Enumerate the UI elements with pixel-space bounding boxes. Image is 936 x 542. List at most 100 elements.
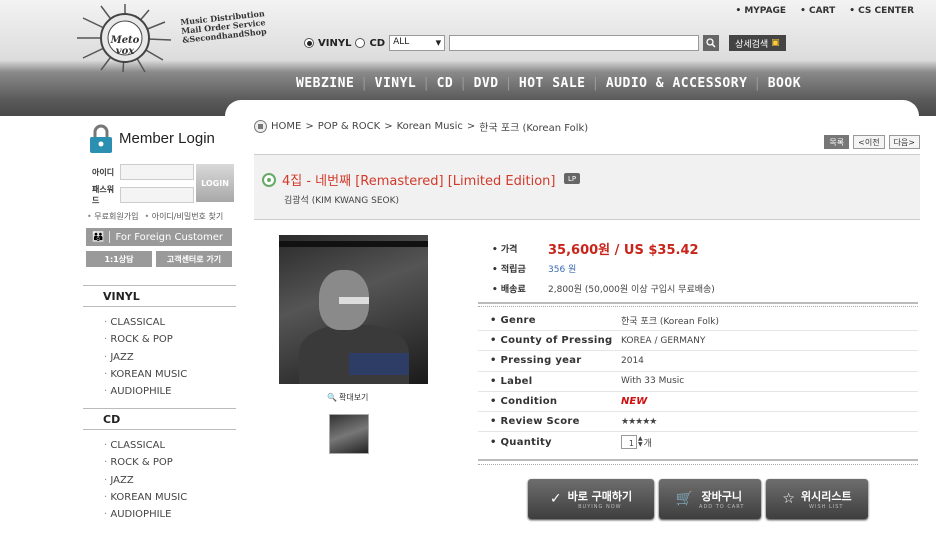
top-links: MYPAGE CART CS CENTER [735, 6, 914, 16]
add-to-cart-label: 장바구니 [701, 490, 742, 503]
cart-icon: 🛒 [675, 491, 694, 507]
cd-item-korean-music[interactable]: KOREAN MUSIC [104, 489, 187, 506]
nav-vinyl[interactable]: VINYL [375, 76, 417, 91]
wishlist-label: 위시리스트 [800, 490, 852, 503]
vinyl-category-heading[interactable]: VINYL [83, 285, 236, 307]
add-to-cart-button[interactable]: 🛒 장바구니 ADD TO CART [659, 479, 761, 519]
mypage-link[interactable]: MYPAGE [735, 6, 786, 16]
buy-now-sublabel: BUYING NOW [578, 504, 622, 510]
nav-divider: | [591, 76, 600, 91]
nav-divider: | [753, 76, 762, 91]
search-category-select[interactable]: ALL [389, 35, 446, 51]
search-input[interactable] [449, 35, 700, 51]
cart-link[interactable]: CART [800, 6, 835, 16]
divider [478, 459, 918, 461]
breadcrumb-korean-music[interactable]: Korean Music [397, 121, 463, 132]
breadcrumb-korean-folk[interactable]: 한국 포크 (Korean Folk) [479, 119, 588, 134]
cover-strip [279, 241, 428, 247]
home-icon[interactable] [254, 120, 267, 133]
site-header: Meto vox Music Distribution Mail Order S… [0, 0, 936, 116]
buy-now-label: 바로 구매하기 [567, 490, 633, 503]
list-button[interactable]: 목록 [824, 135, 850, 149]
password-label: 패스워드 [92, 185, 115, 205]
wishlist-button[interactable]: ☆ 위시리스트 WISH LIST [766, 479, 868, 519]
points-label: 적립금 [492, 262, 548, 275]
vinyl-radio[interactable] [304, 38, 314, 48]
id-label: 아이디 [92, 167, 115, 177]
vinyl-item-audiophile[interactable]: AUDIOPHILE [104, 383, 187, 400]
divider [478, 306, 918, 307]
button-divider [109, 231, 111, 243]
nav-book[interactable]: BOOK [768, 76, 801, 91]
artist-name[interactable]: 김광석 (KIM KWANG SEOK) [284, 193, 399, 206]
nav-hot-sale[interactable]: HOT SALE [519, 76, 586, 91]
format-badge: LP [564, 173, 581, 184]
price-label: 가격 [492, 242, 548, 255]
nav-cd[interactable]: CD [437, 76, 454, 91]
login-form: 아이디 패스워드 [92, 164, 194, 210]
spec-row: Genre한국 포크 (Korean Folk) [478, 311, 918, 332]
spec-row: County of PressingKOREA / GERMANY [478, 331, 918, 352]
zoom-link[interactable]: 🔍 확대보기 [327, 392, 368, 403]
price-block: 가격35,600원 / US $35.42 적립금356 원 배송료2,800원… [492, 238, 715, 298]
prev-button[interactable]: <이전 [853, 135, 885, 149]
quantity-stepper[interactable]: ▲ ▼ [638, 436, 643, 448]
foreign-customer-label: For Foreign Customer [115, 231, 224, 243]
vinyl-item-classical[interactable]: CLASSICAL [104, 314, 187, 331]
customer-center-button[interactable]: 고객센터로 가기 [156, 251, 232, 267]
cd-item-classical[interactable]: CLASSICAL [104, 437, 187, 454]
spec-label: Review Score [478, 416, 621, 427]
buy-now-button[interactable]: ✓ 바로 구매하기 BUYING NOW [528, 479, 654, 519]
breadcrumb-separator: > [466, 121, 476, 132]
member-login-title: Member Login [119, 129, 215, 147]
nav-divider: | [459, 76, 468, 91]
login-button[interactable]: LOGIN [196, 164, 234, 202]
vinyl-item-jazz[interactable]: JAZZ [104, 349, 187, 366]
check-icon: ✓ [549, 491, 562, 507]
breadcrumb-pop-rock[interactable]: POP & ROCK [318, 121, 380, 132]
find-account-link[interactable]: 아이디/비밀번호 찾기 [144, 211, 223, 222]
logo-wordmark: Meto vox [110, 35, 140, 57]
vinyl-radio-label: VINYL [318, 37, 352, 49]
cs-center-link[interactable]: CS CENTER [849, 6, 914, 16]
cd-radio-label: CD [369, 37, 386, 49]
product-title-box: 4집 - 네번째 [Remastered] [Limited Edition] … [254, 154, 920, 220]
search-icon[interactable] [703, 35, 720, 51]
advanced-search-label: 상세검색 [735, 39, 769, 50]
cd-item-jazz[interactable]: JAZZ [104, 472, 187, 489]
main-nav: WEBZINE | VINYL | CD | DVD | HOT SALE | AUDIO… [296, 76, 801, 91]
vinyl-item-rock-pop[interactable]: ROCK & POP [104, 331, 187, 348]
nav-audio-accessory[interactable]: AUDIO & ACCESSORY [606, 76, 748, 91]
spec-label: Quantity [478, 437, 621, 448]
breadcrumb: HOME > POP & ROCK > Korean Music > 한국 포크 (K… [254, 119, 588, 134]
condition-value: NEW [621, 395, 648, 407]
shipping-value: 2,800원 (50,000원 이상 구입시 무료배송) [548, 284, 715, 295]
cd-item-audiophile[interactable]: AUDIOPHILE [104, 506, 187, 523]
wishlist-sublabel: WISH LIST [809, 504, 844, 510]
spec-row: ConditionNEW [478, 392, 918, 412]
quantity-unit: 개 [643, 438, 652, 449]
product-title: 4집 - 네번째 [Remastered] [Limited Edition] [282, 174, 556, 189]
nav-dvd[interactable]: DVD [474, 76, 499, 91]
album-cover-image[interactable] [279, 235, 428, 384]
cd-item-rock-pop[interactable]: ROCK & POP [104, 454, 187, 471]
advanced-search-button[interactable]: 상세검색 ▣ [729, 35, 786, 51]
lock-icon [88, 124, 114, 153]
spec-label: Pressing year [478, 355, 621, 366]
nav-webzine[interactable]: WEBZINE [296, 76, 354, 91]
breadcrumb-home[interactable]: HOME [271, 121, 301, 132]
cd-category-heading[interactable]: CD [83, 408, 236, 430]
album-thumbnail[interactable] [329, 414, 369, 454]
id-input[interactable] [120, 164, 194, 180]
password-input[interactable] [120, 187, 194, 203]
foreign-customer-button[interactable]: 👪 For Foreign Customer [86, 228, 232, 246]
quantity-input[interactable]: 1 [621, 435, 637, 450]
logo-tagline: Music Distribution Mail Order Service &S… [180, 8, 267, 45]
zoom-label: 확대보기 [338, 393, 369, 402]
one-on-one-button[interactable]: 1:1상담 [86, 251, 152, 267]
next-button[interactable]: 다음> [888, 135, 920, 149]
signup-link[interactable]: 무료회원가입 [87, 211, 138, 222]
vinyl-item-korean-music[interactable]: KOREAN MUSIC [104, 366, 187, 383]
qty-down-icon[interactable]: ▼ [638, 442, 643, 448]
cd-radio[interactable] [355, 38, 366, 48]
